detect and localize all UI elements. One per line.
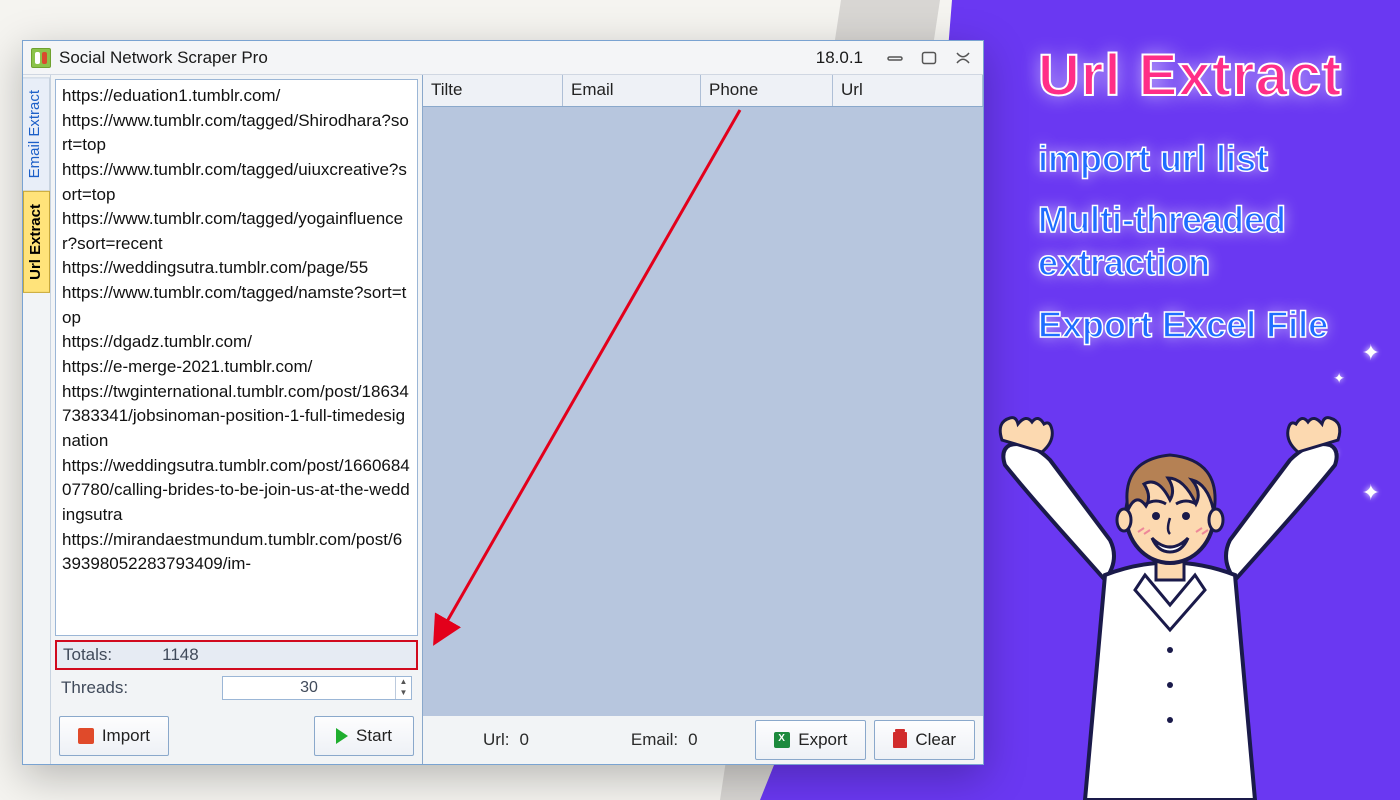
status-email-value: 0 xyxy=(688,730,697,750)
play-icon xyxy=(336,728,348,744)
minimize-button[interactable] xyxy=(883,50,907,66)
right-pane: Tilte Email Phone Url Url: 0 Email: 0 xyxy=(423,75,983,764)
right-buttons: Export Clear xyxy=(755,720,975,760)
promo-line1: import url list xyxy=(1038,137,1388,180)
status-url-value: 0 xyxy=(519,730,528,750)
status-url-label: Url: xyxy=(483,730,509,750)
status-url: Url: 0 xyxy=(483,730,529,750)
left-pane: Email Extract Url Extract https://eduati… xyxy=(23,75,423,764)
sparkle-icon: ✦ xyxy=(1362,340,1380,366)
close-button[interactable] xyxy=(951,50,975,66)
status-row: Url: 0 Email: 0 Export Clear xyxy=(423,716,983,764)
window-title: Social Network Scraper Pro xyxy=(59,48,268,68)
app-icon xyxy=(31,48,51,68)
import-button[interactable]: Import xyxy=(59,716,169,756)
app-window: Social Network Scraper Pro 18.0.1 Email … xyxy=(22,40,984,765)
url-list-textarea[interactable]: https://eduation1.tumblr.com/ https://ww… xyxy=(55,79,418,636)
threads-value: 30 xyxy=(223,677,395,699)
export-button[interactable]: Export xyxy=(755,720,866,760)
status-email: Email: 0 xyxy=(631,730,698,750)
promo-panel: Url Extract import url list Multi-thread… xyxy=(1038,42,1388,364)
window-body: Email Extract Url Extract https://eduati… xyxy=(23,75,983,764)
status-email-label: Email: xyxy=(631,730,678,750)
tab-email-extract[interactable]: Email Extract xyxy=(23,77,50,191)
totals-label: Totals: xyxy=(63,645,112,665)
col-title[interactable]: Tilte xyxy=(423,75,563,106)
clear-button[interactable]: Clear xyxy=(874,720,975,760)
spinner-down[interactable]: ▼ xyxy=(396,688,411,699)
spinner-up[interactable]: ▲ xyxy=(396,677,411,688)
promo-line2: Multi-threaded extraction xyxy=(1038,198,1388,284)
col-email[interactable]: Email xyxy=(563,75,701,106)
maximize-button[interactable] xyxy=(917,50,941,66)
import-icon xyxy=(78,728,94,744)
titlebar: Social Network Scraper Pro 18.0.1 xyxy=(23,41,983,75)
person-illustration xyxy=(970,400,1370,800)
col-url[interactable]: Url xyxy=(833,75,983,106)
threads-label: Threads: xyxy=(61,678,128,698)
tab-url-extract[interactable]: Url Extract xyxy=(23,191,50,293)
promo-line3: Export Excel File xyxy=(1038,303,1388,346)
col-phone[interactable]: Phone xyxy=(701,75,833,106)
totals-value: 1148 xyxy=(162,645,199,665)
left-content: https://eduation1.tumblr.com/ https://ww… xyxy=(51,75,422,764)
promo-heading: Url Extract xyxy=(1038,42,1388,109)
version-label: 18.0.1 xyxy=(816,48,863,68)
trash-icon xyxy=(893,732,907,748)
sparkle-icon: ✦ xyxy=(1333,370,1345,387)
threads-row: Threads: 30 ▲ ▼ xyxy=(55,674,418,702)
excel-icon xyxy=(774,732,790,748)
results-grid-body[interactable] xyxy=(423,107,983,716)
import-label: Import xyxy=(102,726,150,746)
side-tabs: Email Extract Url Extract xyxy=(23,75,51,764)
results-grid-header: Tilte Email Phone Url xyxy=(423,75,983,107)
clear-label: Clear xyxy=(915,730,956,750)
window-controls xyxy=(883,50,975,66)
export-label: Export xyxy=(798,730,847,750)
spinner-arrows: ▲ ▼ xyxy=(395,677,411,699)
start-label: Start xyxy=(356,726,392,746)
left-button-row: Import Start xyxy=(55,716,418,756)
start-button[interactable]: Start xyxy=(314,716,414,756)
totals-row: Totals: 1148 xyxy=(55,640,418,670)
threads-spinner[interactable]: 30 ▲ ▼ xyxy=(222,676,412,700)
